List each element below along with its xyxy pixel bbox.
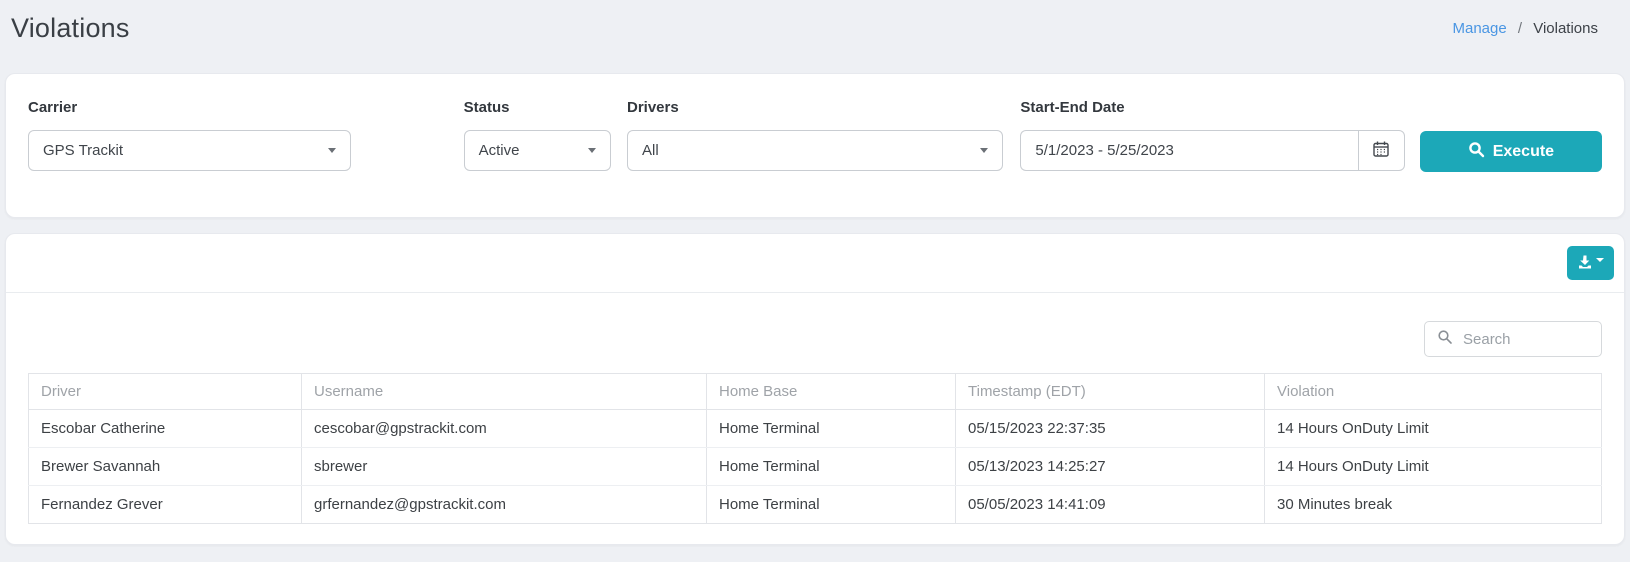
breadcrumb-current: Violations <box>1533 20 1598 37</box>
search-icon <box>1468 141 1485 163</box>
carrier-select-value: GPS Trackit <box>43 142 124 159</box>
results-panel: Driver Username Home Base Timestamp (EDT… <box>5 233 1625 545</box>
cell-timestamp: 05/15/2023 22:37:35 <box>955 409 1265 448</box>
calendar-icon <box>1372 140 1390 161</box>
column-header-driver[interactable]: Driver <box>28 373 302 410</box>
caret-down-icon <box>1596 258 1604 262</box>
page-title: Violations <box>11 13 130 43</box>
table-header-row: Driver Username Home Base Timestamp (EDT… <box>28 373 1602 410</box>
cell-homebase: Home Terminal <box>706 409 956 448</box>
export-button[interactable] <box>1567 246 1614 280</box>
search-box[interactable] <box>1424 321 1602 357</box>
column-header-violation[interactable]: Violation <box>1264 373 1602 410</box>
breadcrumb-link-manage[interactable]: Manage <box>1452 20 1506 37</box>
cell-username: sbrewer <box>301 447 707 486</box>
status-filter: Status Active <box>463 99 611 171</box>
table-row[interactable]: Escobar Catherine cescobar@gpstrackit.co… <box>28 409 1602 448</box>
carrier-label: Carrier <box>28 99 78 116</box>
results-toolbar <box>6 234 1624 293</box>
cell-username: cescobar@gpstrackit.com <box>301 409 707 448</box>
breadcrumb-separator: / <box>1517 20 1523 37</box>
date-range-filter: Start-End Date <box>1020 99 1405 171</box>
download-icon <box>1577 254 1593 273</box>
date-range-label: Start-End Date <box>1020 99 1125 116</box>
carrier-filter: Carrier GPS Trackit <box>28 99 351 171</box>
cell-username: grfernandez@gpstrackit.com <box>301 485 707 524</box>
drivers-select[interactable]: All <box>627 130 1004 171</box>
date-range-input[interactable] <box>1020 130 1358 171</box>
cell-violation: 14 Hours OnDuty Limit <box>1264 409 1602 448</box>
table-row[interactable]: Fernandez Grever grfernandez@gpstrackit.… <box>28 485 1602 524</box>
search-input[interactable] <box>1463 330 1591 348</box>
cell-timestamp: 05/05/2023 14:41:09 <box>955 485 1265 524</box>
cell-violation: 14 Hours OnDuty Limit <box>1264 447 1602 486</box>
date-range-group <box>1020 130 1405 171</box>
drivers-filter: Drivers All <box>627 99 1004 171</box>
filter-panel: Carrier GPS Trackit Status Active Driver… <box>5 73 1625 218</box>
cell-driver: Fernandez Grever <box>28 485 302 524</box>
chevron-down-icon <box>588 148 596 153</box>
status-select-value: Active <box>478 142 520 159</box>
cell-homebase: Home Terminal <box>706 485 956 524</box>
chevron-down-icon <box>327 148 336 153</box>
carrier-select[interactable]: GPS Trackit <box>28 130 351 171</box>
violations-page: Violations Manage / Violations Carrier G… <box>0 0 1630 562</box>
cell-timestamp: 05/13/2023 14:25:27 <box>955 447 1265 486</box>
column-header-timestamp[interactable]: Timestamp (EDT) <box>955 373 1265 410</box>
drivers-select-value: All <box>642 142 659 159</box>
violations-table: Driver Username Home Base Timestamp (EDT… <box>28 373 1602 524</box>
search-row <box>28 321 1602 357</box>
execute-button-label: Execute <box>1492 142 1555 160</box>
calendar-button[interactable] <box>1357 130 1405 171</box>
cell-driver: Escobar Catherine <box>28 409 302 448</box>
cell-homebase: Home Terminal <box>706 447 956 486</box>
results-body: Driver Username Home Base Timestamp (EDT… <box>6 321 1624 524</box>
column-header-username[interactable]: Username <box>301 373 707 410</box>
table-row[interactable]: Brewer Savannah sbrewer Home Terminal 05… <box>28 447 1602 486</box>
cell-driver: Brewer Savannah <box>28 447 302 486</box>
status-label: Status <box>463 99 510 116</box>
status-select[interactable]: Active <box>463 130 611 171</box>
cell-violation: 30 Minutes break <box>1264 485 1602 524</box>
column-header-homebase[interactable]: Home Base <box>706 373 956 410</box>
page-header: Violations Manage / Violations <box>0 0 1630 57</box>
execute-button[interactable]: Execute <box>1419 131 1602 172</box>
drivers-label: Drivers <box>627 99 679 116</box>
breadcrumb: Manage / Violations <box>1452 20 1598 37</box>
search-icon <box>1437 329 1453 350</box>
chevron-down-icon <box>980 148 989 153</box>
